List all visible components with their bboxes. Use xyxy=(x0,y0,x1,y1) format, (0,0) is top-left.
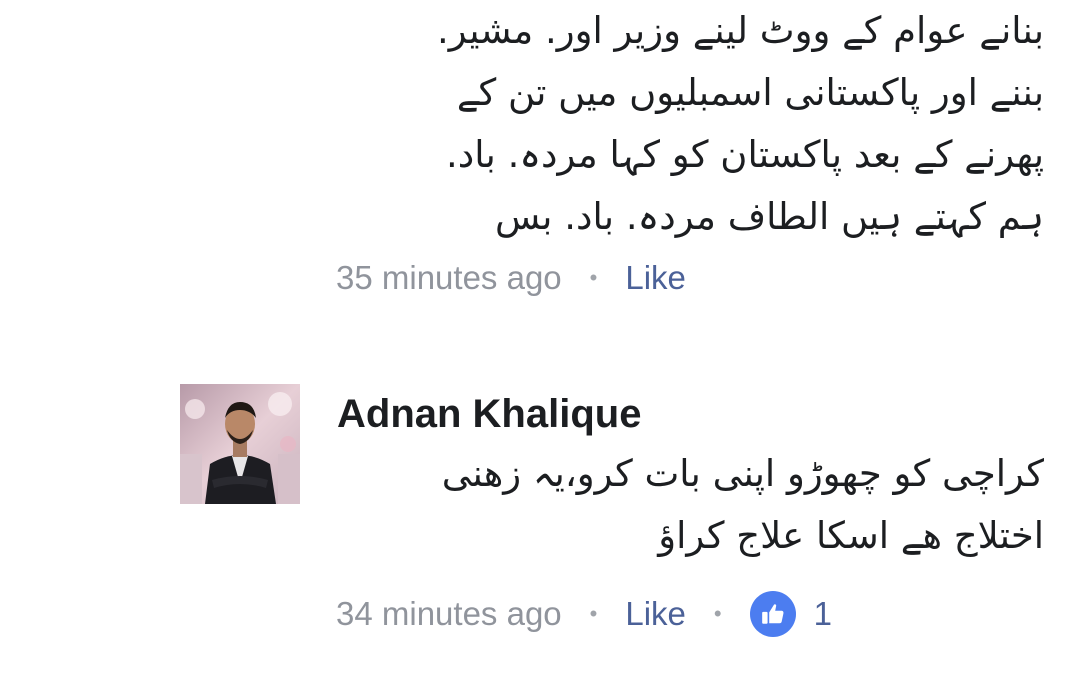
meta-separator: • xyxy=(589,265,598,290)
comment-1-text: بنانے عوام کے ووٹ لینے وزیر اور. مشیر. ب… xyxy=(437,0,1044,248)
comment-1-line: پھرنے کے بعد پاکستان کو کہا مردہ. باد. xyxy=(446,133,1044,176)
comment-2-line: اختلاج ھے اسکا علاج کراؤ xyxy=(658,514,1044,557)
comment-1-meta: 35 minutes ago • Like xyxy=(336,258,686,298)
comments-screen: بنانے عوام کے ووٹ لینے وزیر اور. مشیر. ب… xyxy=(0,0,1080,681)
comment-2-line: کراچی کو چھوڑو اپنی بات کرو،یہ زھنی xyxy=(441,452,1044,495)
avatar[interactable] xyxy=(180,384,300,504)
thumbs-up-glyph xyxy=(761,604,784,624)
comment-1-line: ہم کہتے ہیں الطاف مردہ. باد. بس xyxy=(495,195,1044,238)
comment-1-like-button[interactable]: Like xyxy=(625,259,686,297)
meta-separator: • xyxy=(589,601,598,626)
comment-2-like-button[interactable]: Like xyxy=(625,595,686,633)
reaction-count[interactable]: 1 xyxy=(814,595,832,633)
comment-2-text: کراچی کو چھوڑو اپنی بات کرو،یہ زھنی اختل… xyxy=(442,443,1044,567)
comment-1-timestamp: 35 minutes ago xyxy=(336,259,562,296)
comment-1-line: بننے اور پاکستانی اسمبلیوں میں تن کے xyxy=(456,71,1044,114)
comment-2-timestamp: 34 minutes ago xyxy=(336,595,562,632)
comment-1-line: بنانے عوام کے ووٹ لینے وزیر اور. مشیر. xyxy=(437,9,1044,52)
profile-photo xyxy=(180,384,300,504)
thumbs-up-icon[interactable] xyxy=(749,591,796,637)
comment-2-meta: 34 minutes ago • Like • 1 xyxy=(336,591,832,637)
meta-separator: • xyxy=(713,601,722,626)
comment-author-name[interactable]: Adnan Khalique xyxy=(337,392,641,437)
